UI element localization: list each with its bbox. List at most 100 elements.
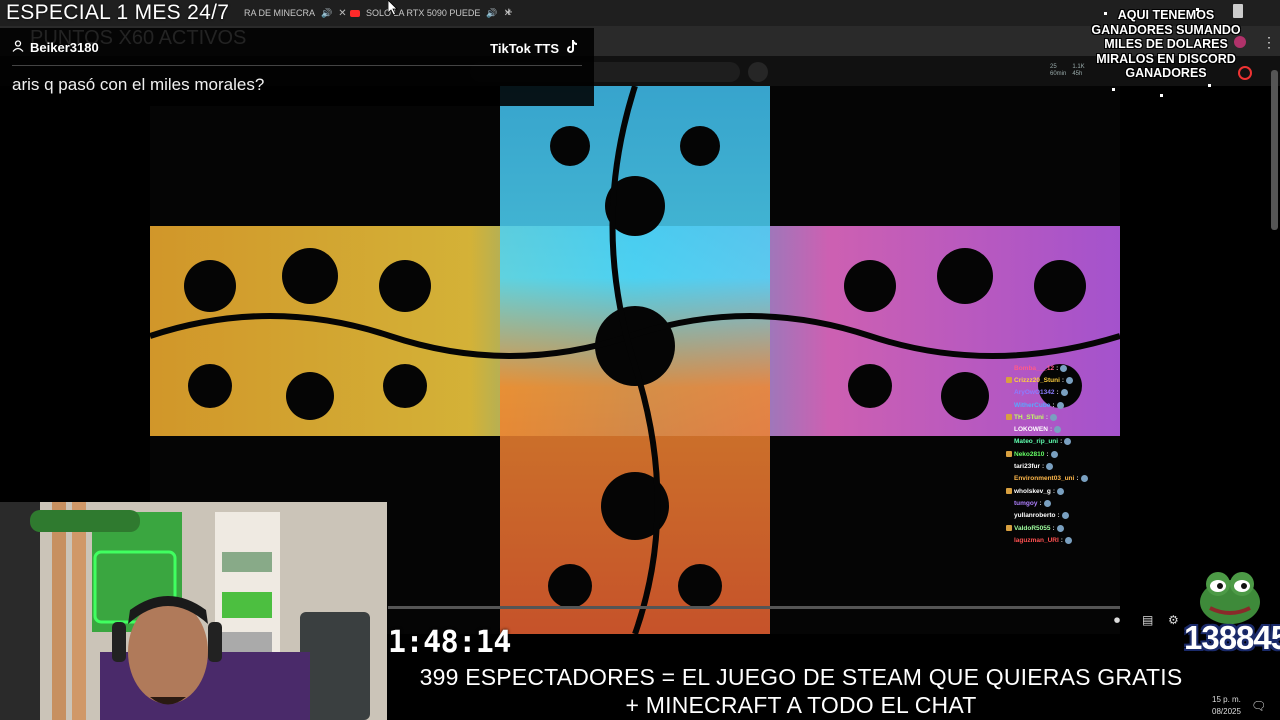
tab-label: RA DE MINECRA: [244, 8, 316, 18]
system-clock: 15 p. m. 08/2025: [1212, 695, 1241, 716]
emote-icon: [1061, 512, 1069, 520]
chat-separator: :: [1056, 389, 1059, 397]
chat-overlay: Bomba___12: Crizzz20_Stuni: AryOwO1342: Wit…: [1006, 362, 1122, 546]
promo-bottom-text: 399 ESPECTADORES = EL JUEGO DE STEAM QUE…: [419, 664, 1183, 718]
chat-message: Bomba___12:: [1006, 362, 1122, 374]
chat-separator: :: [1060, 536, 1063, 544]
points-counter: 138845: [1184, 619, 1280, 656]
emote-icon: [1046, 463, 1054, 471]
chat-separator: :: [1057, 512, 1060, 520]
chat-message: Mateo_rip_uni:: [1006, 436, 1122, 448]
chat-separator: :: [1061, 376, 1065, 384]
chat-username: yullanroberto: [1014, 512, 1056, 520]
badge-icon: [1006, 451, 1012, 458]
pepe-frog-icon: [1196, 566, 1264, 624]
emote-icon: [1050, 413, 1058, 421]
chat-username: wholskev_g: [1014, 487, 1051, 495]
menu-icon[interactable]: ⋮: [1262, 34, 1276, 51]
chat-username: WitherCube: [1014, 401, 1051, 409]
chat-username: LOKOWEN: [1014, 426, 1048, 434]
chat-separator: :: [1049, 426, 1053, 434]
badge-icon: [1006, 525, 1012, 531]
sparkle-icon: [1208, 84, 1211, 87]
tab-rtx[interactable]: SOLO LA RTX 5090 PUEDE 🔊 ✕: [344, 2, 518, 24]
emote-icon: [1060, 389, 1068, 397]
ghost-text: PUNTOS X60 ACTIVOS: [30, 27, 247, 49]
chat-message: WitherCube:: [1006, 399, 1122, 411]
chat-message: ValdoR5055:: [1006, 522, 1122, 534]
emote-icon: [1080, 475, 1088, 483]
new-tab-button[interactable]: +: [505, 4, 513, 19]
chat-separator: :: [1060, 438, 1063, 446]
chat-username: Bomba___12: [1014, 364, 1055, 372]
tab-label: SOLO LA RTX 5090 PUEDE: [366, 8, 481, 18]
tiktok-icon: [566, 40, 578, 57]
tab-minecraft[interactable]: RA DE MINECRA 🔊 ✕: [238, 2, 353, 24]
chat-message: yullanroberto:: [1006, 510, 1122, 522]
badge-icon: [1006, 488, 1012, 495]
chat-username: Environment03_uni: [1014, 475, 1075, 483]
sparkle-icon: [1196, 8, 1199, 11]
emote-icon: [1050, 450, 1058, 458]
tts-brand: TikTok TTS: [490, 40, 578, 57]
emote-icon: [1060, 364, 1068, 372]
chat-separator: :: [1056, 364, 1059, 372]
chat-message: TH_STuni:: [1006, 411, 1122, 423]
chat-message: Environment03_uni:: [1006, 473, 1122, 485]
sparkle-icon: [1112, 88, 1115, 91]
chat-message: tumgoy:: [1006, 497, 1122, 509]
emote-icon: [1066, 376, 1074, 384]
sparkle-icon: [1160, 94, 1163, 97]
chat-message: Neko2810:: [1006, 448, 1122, 460]
chat-message: tari23fur:: [1006, 460, 1122, 472]
stream-timer: 1:48:14: [388, 625, 511, 660]
emote-icon: [1054, 426, 1062, 434]
chat-separator: :: [1046, 450, 1049, 458]
chat-message: wholskev_g:: [1006, 485, 1122, 497]
badge-icon: [1006, 414, 1012, 421]
chat-message: laguzman_URI:: [1006, 534, 1122, 546]
mouse-cursor-icon: [387, 0, 398, 21]
chat-username: Crizzz20_Stuni: [1014, 376, 1060, 384]
emote-icon: [1064, 438, 1072, 446]
chat-separator: :: [1045, 413, 1049, 421]
divider: [12, 65, 582, 66]
emote-icon: [1043, 499, 1051, 507]
chat-separator: :: [1042, 463, 1045, 471]
chat-username: laguzman_URI: [1014, 536, 1059, 544]
autoplay-toggle[interactable]: ⏺: [1114, 613, 1120, 628]
chat-username: ValdoR5055: [1014, 524, 1051, 532]
tts-message: aris q pasó con el miles morales?: [12, 75, 265, 94]
emote-icon: [1057, 487, 1065, 495]
chat-username: Neko2810: [1014, 450, 1045, 458]
scrollbar[interactable]: [1271, 70, 1278, 230]
settings-gear-icon[interactable]: ⚙: [1168, 613, 1179, 627]
special-banner: ESPECIAL 1 MES 24/7: [6, 1, 230, 24]
tts-brand-label: TikTok TTS: [490, 41, 559, 56]
chat-username: TH_STuni: [1014, 413, 1044, 421]
badge-icon: [1006, 377, 1012, 384]
chat-separator: :: [1039, 499, 1042, 507]
youtube-icon: [350, 9, 360, 17]
promo-text: AQUI TENEMOS GANADORES SUMANDO MILES DE …: [1091, 8, 1241, 81]
chat-separator: :: [1052, 524, 1055, 532]
notification-icon[interactable]: 🗨: [1251, 699, 1266, 713]
chat-username: tumgoy: [1014, 499, 1038, 507]
chat-message: Crizzz20_Stuni:: [1006, 374, 1122, 386]
mic-icon[interactable]: [748, 62, 768, 82]
emote-icon: [1064, 536, 1072, 544]
chat-username: AryOwO1342: [1014, 389, 1055, 397]
video-progress-bar[interactable]: [388, 606, 1120, 609]
speaker-icon[interactable]: 🔊: [486, 8, 497, 19]
speaker-icon[interactable]: 🔊: [321, 8, 332, 19]
subtitles-icon[interactable]: ▤: [1142, 613, 1153, 627]
chat-separator: :: [1076, 475, 1079, 483]
chat-message: AryOwO1342:: [1006, 387, 1122, 399]
chat-username: tari23fur: [1014, 463, 1041, 471]
chat-separator: :: [1052, 401, 1055, 409]
sparkle-icon: [1104, 12, 1107, 15]
emote-icon: [1056, 401, 1064, 409]
webcam-feed: [0, 502, 387, 720]
chat-message: LOKOWEN:: [1006, 423, 1122, 435]
chat-separator: :: [1052, 487, 1056, 495]
